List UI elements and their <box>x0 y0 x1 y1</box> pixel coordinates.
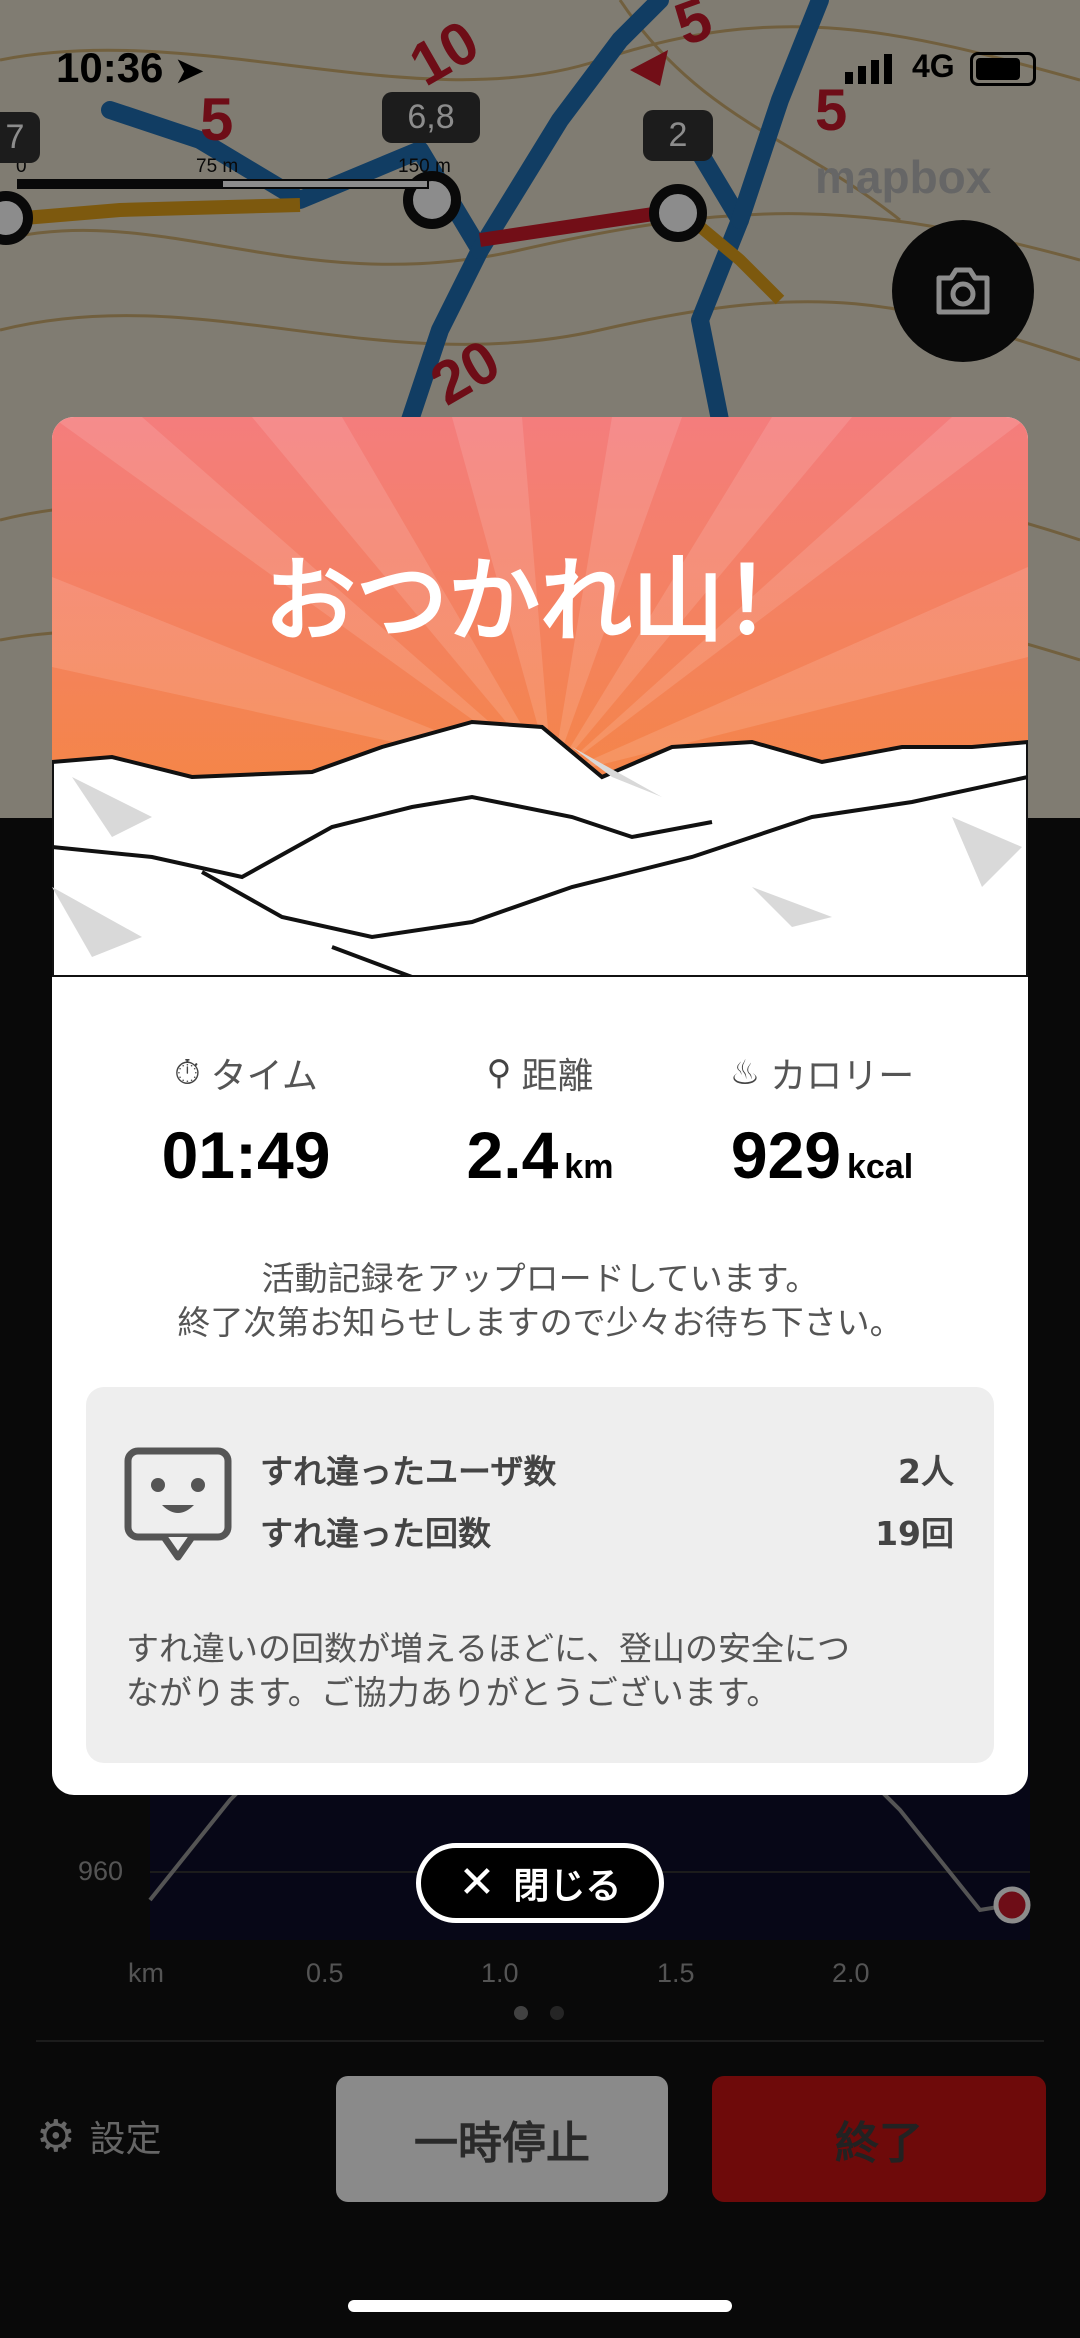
settings-label: 設定 <box>89 2119 162 2160</box>
modal-title: おつかれ山！ <box>263 548 816 655</box>
upload-message-line: 活動記録をアップロードしています。 <box>261 1259 819 1298</box>
encounter-users-label: すれ違ったユーザ数 <box>260 1452 557 1491</box>
completion-modal: おつかれ山！ ⏱ タイム 01:49 ⚲ 距離 2.4 km ♨ カロリー 929… <box>52 417 1028 1795</box>
stat-distance-value: 2.4 <box>466 1118 559 1192</box>
end-button[interactable]: 終了 <box>712 2076 1046 2202</box>
encounter-info-box: すれ違ったユーザ数 2人 すれ違った回数 19回 すれ違いの回数が増えるほどに、… <box>86 1387 994 1763</box>
flame-icon: ♨ <box>729 1053 761 1093</box>
encounter-count-label: すれ違った回数 <box>260 1514 491 1553</box>
home-indicator[interactable] <box>348 2300 732 2312</box>
encounter-footer-text: すれ違いの回数が増えるほどに、登山の安全につ ながります。ご協力ありがとうござい… <box>126 1627 956 1715</box>
settings-button[interactable]: ⚙ 設定 <box>36 2110 161 2162</box>
encounter-face-icon <box>124 1447 232 1561</box>
modal-header-illustration <box>52 417 1028 977</box>
stat-calories: ♨ カロリー 929 kcal <box>672 1047 972 1193</box>
encounter-users-value: 2人 <box>898 1452 954 1491</box>
stat-distance-label: 距離 <box>521 1056 594 1097</box>
route-icon: ⚲ <box>486 1053 512 1093</box>
stat-calories-value: 929 <box>730 1118 841 1192</box>
stat-calories-label: カロリー <box>770 1056 915 1097</box>
stat-calories-unit: kcal <box>846 1148 914 1186</box>
close-icon: ✕ <box>458 1857 496 1908</box>
encounter-count-value: 19回 <box>875 1514 954 1553</box>
stat-time-label: タイム <box>210 1056 318 1097</box>
close-button[interactable]: ✕ 閉じる <box>416 1843 664 1923</box>
upload-message-line: 終了次第お知らせしますので少々お待ち下さい。 <box>177 1303 903 1342</box>
stopwatch-icon: ⏱ <box>174 1053 201 1093</box>
stat-time: ⏱ タイム 01:49 <box>96 1047 396 1193</box>
stat-time-value: 01:49 <box>161 1118 331 1192</box>
pause-button[interactable]: 一時停止 <box>336 2076 668 2202</box>
gear-icon: ⚙ <box>36 2110 76 2162</box>
upload-message: 活動記録をアップロードしています。 終了次第お知らせしますので少々お待ち下さい。 <box>52 1257 1028 1345</box>
encounter-footer-line: すれ違いの回数が増えるほどに、登山の安全につ <box>126 1629 851 1668</box>
close-button-label: 閉じる <box>513 1866 622 1907</box>
encounter-footer-line: ながります。ご協力ありがとうございます。 <box>126 1673 780 1712</box>
stat-distance: ⚲ 距離 2.4 km <box>390 1047 690 1193</box>
stat-distance-unit: km <box>564 1148 614 1186</box>
